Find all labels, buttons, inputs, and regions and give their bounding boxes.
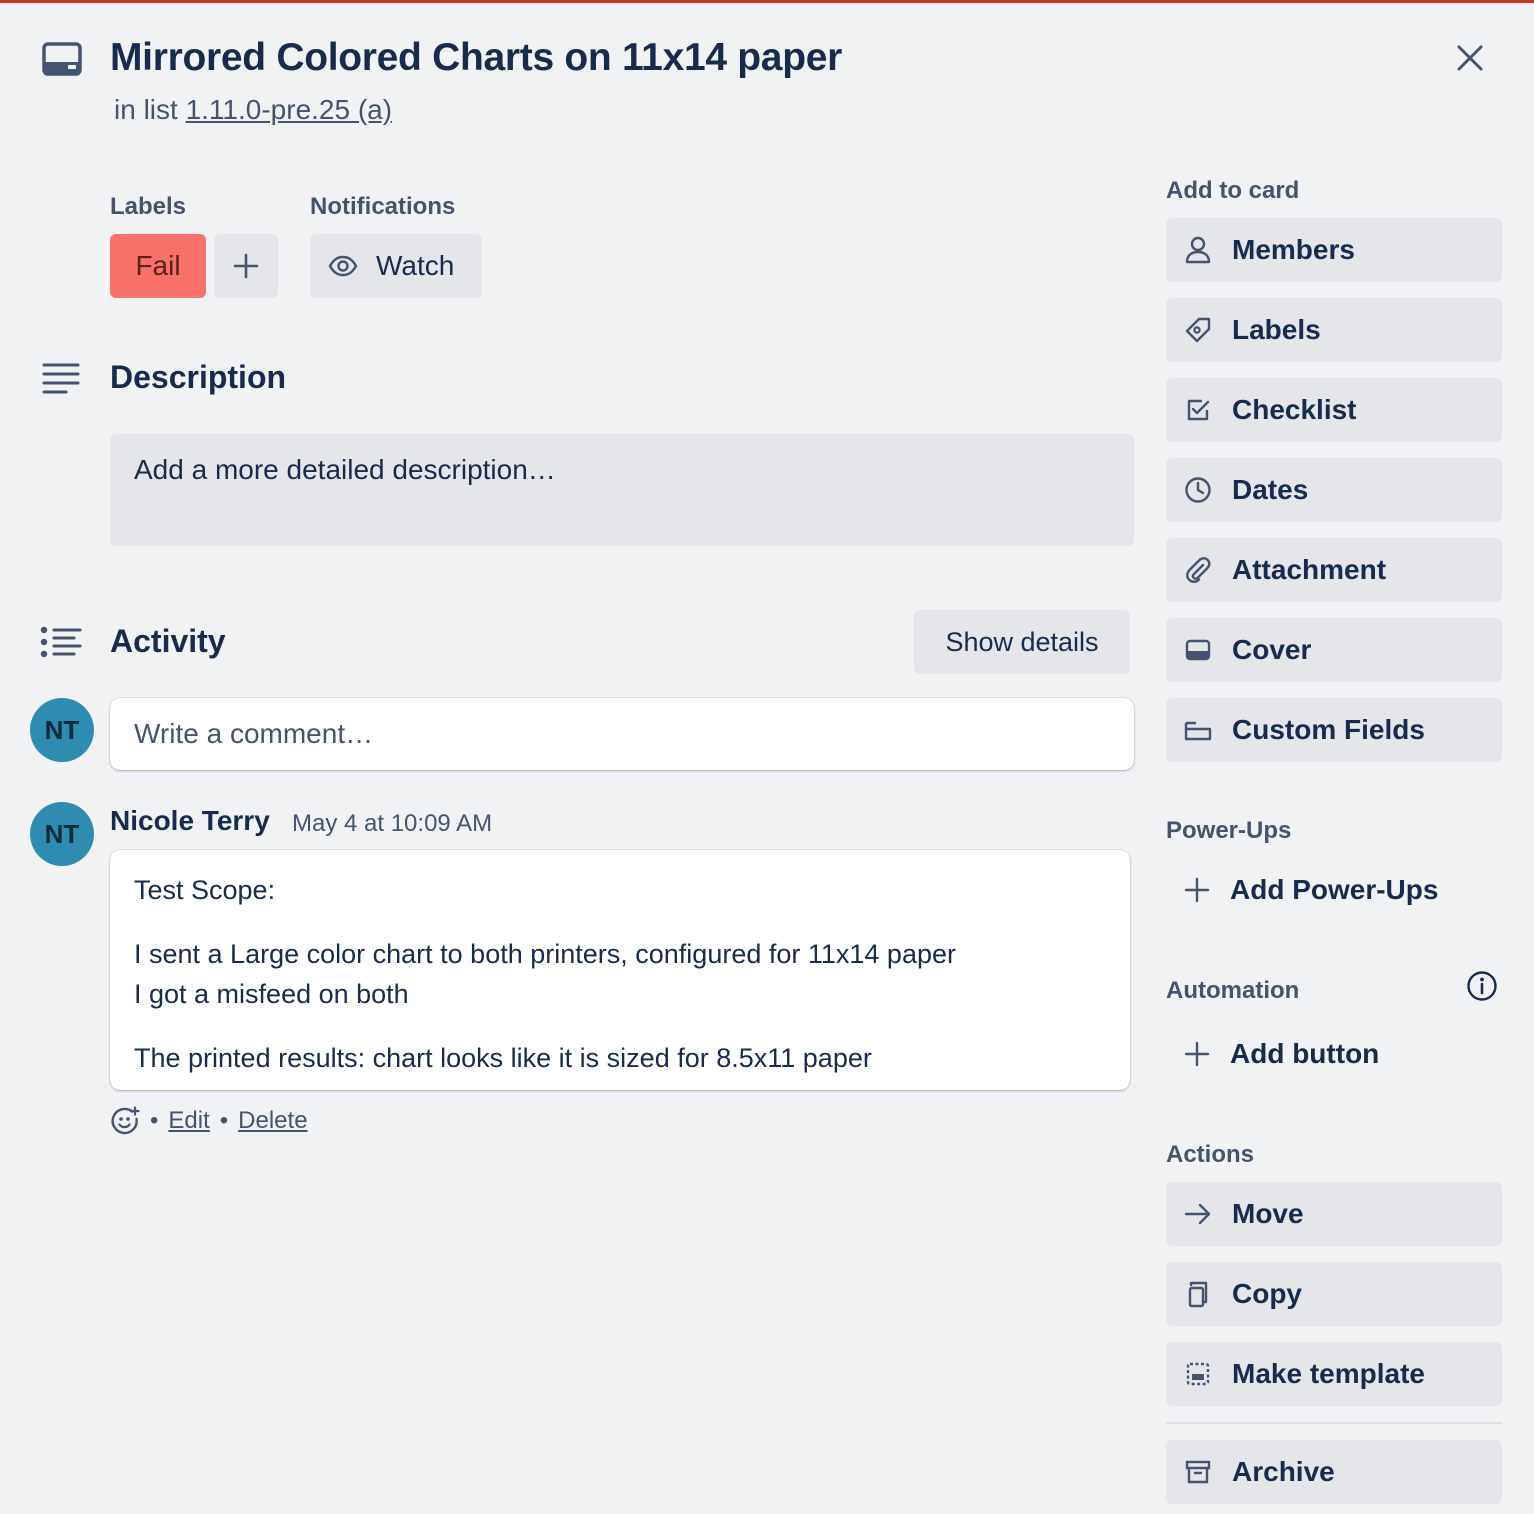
labels-button[interactable]: Labels xyxy=(1166,298,1502,362)
plus-icon xyxy=(1184,877,1210,903)
checkbox-icon xyxy=(1184,396,1212,424)
attachment-label: Attachment xyxy=(1232,554,1387,585)
edit-comment-link[interactable]: Edit xyxy=(168,1107,209,1135)
delete-comment-link[interactable]: Delete xyxy=(238,1107,307,1135)
close-button[interactable] xyxy=(1446,34,1494,82)
label-fail[interactable]: Fail xyxy=(110,234,206,298)
close-icon xyxy=(1456,44,1484,72)
separator-dot: • xyxy=(219,1107,229,1134)
dates-label: Dates xyxy=(1232,474,1309,505)
paperclip-icon xyxy=(1184,556,1212,584)
eye-icon xyxy=(328,255,358,277)
list-link[interactable]: 1.11.0-pre.25 (a) xyxy=(186,94,393,125)
tag-icon xyxy=(1184,316,1212,344)
add-button-label: Add button xyxy=(1230,1038,1380,1069)
dates-button[interactable]: Dates xyxy=(1166,458,1502,522)
add-power-ups-button[interactable]: Add Power-Ups xyxy=(1166,858,1502,922)
clock-icon xyxy=(1184,476,1212,504)
checklist-label: Checklist xyxy=(1232,394,1357,425)
in-list-prefix: in list xyxy=(114,94,178,125)
copy-icon xyxy=(1184,1280,1212,1308)
comment-input[interactable]: Write a comment… xyxy=(110,698,1134,770)
separator-dot: • xyxy=(150,1107,159,1134)
cover-button[interactable]: Cover xyxy=(1166,618,1502,682)
show-details-button[interactable]: Show details xyxy=(914,610,1130,674)
actions-divider xyxy=(1166,1422,1502,1424)
card-list-location: in list 1.11.0-pre.25 (a) xyxy=(114,94,392,126)
description-heading: Description xyxy=(110,359,287,395)
add-power-ups-label: Add Power-Ups xyxy=(1230,874,1439,905)
activity-icon xyxy=(40,626,82,658)
move-label: Move xyxy=(1232,1198,1304,1229)
custom-fields-label: Custom Fields xyxy=(1232,714,1425,745)
actions-heading: Actions xyxy=(1166,1141,1255,1168)
power-ups-heading: Power-Ups xyxy=(1166,817,1292,844)
archive-button[interactable]: Archive xyxy=(1166,1440,1502,1504)
archive-icon xyxy=(1184,1458,1212,1486)
make-template-button[interactable]: Make template xyxy=(1166,1342,1502,1406)
add-label-button[interactable] xyxy=(214,234,278,298)
comment-line: The printed results: chart looks like it… xyxy=(134,1043,872,1073)
info-icon[interactable] xyxy=(1466,970,1498,1002)
add-automation-button[interactable]: Add button xyxy=(1166,1022,1502,1086)
person-icon xyxy=(1184,236,1212,264)
card-cover-icon xyxy=(1184,636,1212,664)
add-reaction-icon[interactable] xyxy=(110,1106,140,1136)
cover-label: Cover xyxy=(1232,634,1312,665)
make-template-label: Make template xyxy=(1232,1358,1425,1389)
comment-author-name[interactable]: Nicole Terry xyxy=(110,805,270,837)
copy-label: Copy xyxy=(1232,1278,1302,1309)
comment-line: I sent a Large color chart to both print… xyxy=(134,939,956,969)
move-button[interactable]: Move xyxy=(1166,1182,1502,1246)
add-to-card-heading: Add to card xyxy=(1166,177,1300,204)
template-icon xyxy=(1184,1360,1212,1388)
copy-button[interactable]: Copy xyxy=(1166,1262,1502,1326)
description-icon xyxy=(42,362,80,394)
comment-line: I got a misfeed on both xyxy=(134,979,409,1009)
card-top-accent-bar xyxy=(0,0,1534,3)
members-button[interactable]: Members xyxy=(1166,218,1502,282)
custom-fields-icon xyxy=(1184,716,1212,744)
comment-actions: • Edit • Delete xyxy=(110,1106,308,1136)
comment-timestamp[interactable]: May 4 at 10:09 AM xyxy=(292,810,492,838)
comment-body: Test Scope: I sent a Large color chart t… xyxy=(110,850,1130,1090)
plus-icon xyxy=(1184,1041,1210,1067)
archive-label: Archive xyxy=(1232,1456,1335,1487)
card-icon xyxy=(42,42,82,76)
notifications-heading: Notifications xyxy=(310,193,456,220)
labels-heading: Labels xyxy=(110,193,187,220)
comment-line: Test Scope: xyxy=(134,875,276,905)
description-editor[interactable]: Add a more detailed description… xyxy=(110,434,1134,546)
checklist-button[interactable]: Checklist xyxy=(1166,378,1502,442)
plus-icon xyxy=(233,253,259,279)
watch-label: Watch xyxy=(376,250,455,281)
comment-author-avatar[interactable]: NT xyxy=(30,802,94,866)
arrow-right-icon xyxy=(1184,1200,1212,1228)
card-title[interactable]: Mirrored Colored Charts on 11x14 paper xyxy=(110,36,842,80)
members-label: Members xyxy=(1232,234,1355,265)
watch-button[interactable]: Watch xyxy=(310,234,482,298)
automation-heading: Automation xyxy=(1166,977,1300,1004)
activity-heading: Activity xyxy=(110,623,226,659)
labels-label: Labels xyxy=(1232,314,1321,345)
custom-fields-button[interactable]: Custom Fields xyxy=(1166,698,1502,762)
attachment-button[interactable]: Attachment xyxy=(1166,538,1502,602)
current-user-avatar[interactable]: NT xyxy=(30,698,94,762)
